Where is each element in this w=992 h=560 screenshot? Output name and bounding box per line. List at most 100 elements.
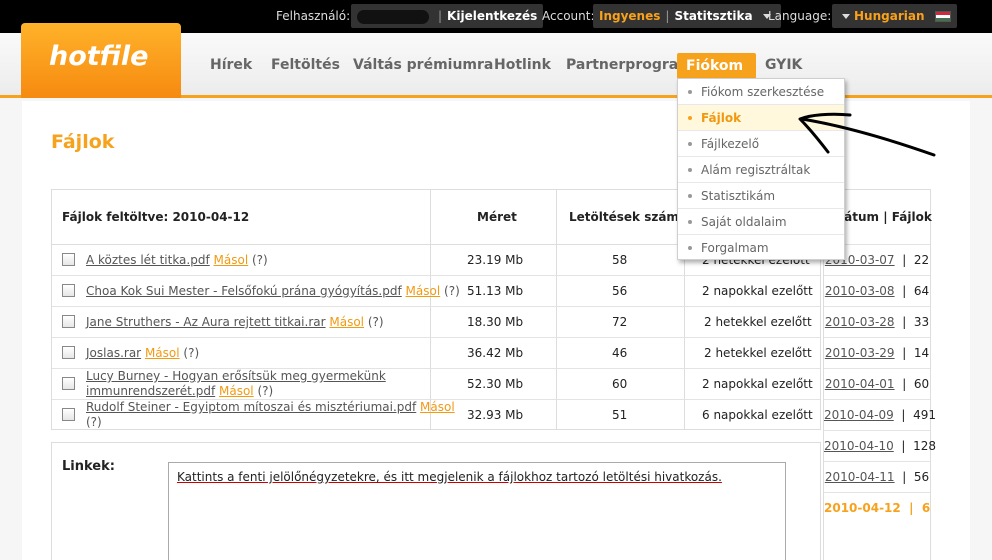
nav-partner[interactable]: Partnerprogram: [566, 57, 693, 73]
download-count: 51: [612, 408, 628, 422]
row-checkbox[interactable]: [62, 253, 75, 266]
help-link[interactable]: (?): [183, 346, 199, 360]
table-row: Jane Struthers - Az Aura rejtett titkai.…: [86, 315, 384, 330]
file-link[interactable]: Choa Kok Sui Mester - Felsőfokú prána gy…: [86, 284, 402, 298]
row-checkbox[interactable]: [62, 346, 75, 359]
annotation-arrow-icon: [798, 112, 936, 157]
file-size: 32.93 Mb: [467, 408, 524, 422]
date-link[interactable]: 2010-03-29: [825, 346, 895, 360]
row-checkbox[interactable]: [62, 377, 75, 390]
download-count: 72: [612, 315, 628, 329]
copy-link[interactable]: Másol: [145, 346, 180, 360]
help-link[interactable]: (?): [368, 315, 384, 329]
account-box[interactable]: Ingyenes | Statitsztika: [593, 4, 781, 28]
date-row: 2010-04-01 | 60: [824, 377, 930, 391]
date-row: 2010-03-28 | 33: [824, 315, 930, 329]
language-select[interactable]: Hungarian: [832, 4, 957, 28]
file-link[interactable]: Rudolf Steiner - Egyiptom mítoszai és mi…: [86, 400, 416, 414]
user-box: | Kijelentkezés: [351, 4, 544, 28]
date-header: Dátum | Fájlok: [834, 210, 932, 224]
help-link[interactable]: (?): [257, 384, 273, 398]
download-count: 56: [612, 284, 628, 298]
page-title: Fájlok: [51, 131, 115, 153]
date-row-current: 2010-04-12 | 6: [824, 501, 931, 515]
copy-link[interactable]: Másol: [219, 384, 254, 398]
row-checkbox[interactable]: [62, 284, 75, 297]
stats-link[interactable]: Statitsztika: [674, 9, 752, 23]
nav-news[interactable]: Hírek: [210, 57, 252, 73]
chevron-down-icon[interactable]: [842, 14, 850, 19]
date-link[interactable]: 2010-04-01: [825, 377, 895, 391]
copy-link[interactable]: Másol: [214, 253, 249, 267]
nav-faq[interactable]: GYIK: [765, 57, 802, 73]
copy-link[interactable]: Másol: [329, 315, 364, 329]
copy-link[interactable]: Másol: [406, 284, 441, 298]
col-header-files: Fájlok feltöltve: 2010-04-12: [62, 210, 250, 224]
help-link[interactable]: (?): [252, 253, 268, 267]
file-link[interactable]: immunrendszerét.pdf: [86, 384, 215, 398]
help-link[interactable]: (?): [444, 284, 460, 298]
date-link[interactable]: 2010-04-10: [824, 439, 894, 453]
file-link[interactable]: A köztes lét titka.pdf: [86, 253, 210, 267]
links-panel: Linkek: Kattints a fenti jelölőnégyzetek…: [51, 442, 821, 560]
redacted-username: [357, 9, 429, 24]
date-count: 6: [921, 501, 931, 515]
menu-edit-account[interactable]: Fiókom szerkesztése: [678, 79, 844, 105]
help-link[interactable]: (?): [86, 415, 102, 429]
date-count: 14: [913, 346, 930, 360]
date-link[interactable]: 2010-03-08: [825, 284, 895, 298]
table-row: Joslas.rar Másol (?): [86, 346, 199, 361]
copy-link[interactable]: Másol: [420, 400, 455, 414]
menu-statistics[interactable]: Statisztikám: [678, 183, 844, 209]
date-row: 2010-03-08 | 64: [824, 284, 930, 298]
date-count: 491: [913, 408, 936, 422]
file-link[interactable]: Jane Struthers - Az Aura rejtett titkai.…: [86, 315, 326, 329]
file-size: 51.13 Mb: [467, 284, 524, 298]
date-count: 64: [913, 284, 930, 298]
table-row: Choa Kok Sui Mester - Felsőfokú prána gy…: [86, 284, 460, 299]
upload-age: 2 hetekkel ezelőtt: [704, 315, 812, 329]
file-size: 18.30 Mb: [467, 315, 524, 329]
date-count: 60: [913, 377, 930, 391]
upload-age: 6 napokkal ezelőtt: [702, 408, 813, 422]
file-link[interactable]: Lucy Burney - Hogyan erősítsük meg gyerm…: [86, 369, 386, 383]
nav-hotlink[interactable]: Hotlink: [494, 57, 551, 73]
logo[interactable]: hotfile: [21, 23, 181, 98]
date-row: 2010-03-29 | 14: [824, 346, 930, 360]
date-link[interactable]: 2010-03-28: [825, 315, 895, 329]
logout-link[interactable]: Kijelentkezés: [447, 9, 537, 23]
nav-premium[interactable]: Váltás prémiumra: [353, 57, 493, 73]
logo-text[interactable]: hotfile: [49, 41, 149, 72]
row-checkbox[interactable]: [62, 315, 75, 328]
nav-upload[interactable]: Feltöltés: [271, 57, 340, 73]
date-count: 33: [913, 315, 930, 329]
col-header-downloads[interactable]: Letöltések száma: [569, 210, 687, 224]
date-row: 2010-04-09 | 491: [824, 408, 936, 422]
account-type[interactable]: Ingyenes: [599, 9, 660, 23]
date-link[interactable]: 2010-04-11: [825, 470, 895, 484]
current-date: 2010-04-12: [824, 501, 901, 515]
menu-my-pages[interactable]: Saját oldalaim: [678, 209, 844, 235]
nav-my-account[interactable]: Fiókom: [677, 53, 756, 95]
file-size: 52.30 Mb: [467, 377, 524, 391]
download-count: 60: [612, 377, 628, 391]
file-link[interactable]: Joslas.rar: [86, 346, 141, 360]
table-row: Lucy Burney - Hogyan erősítsük meg gyerm…: [86, 369, 386, 399]
date-row: 2010-04-10 | 128: [824, 439, 936, 453]
date-link[interactable]: 2010-04-09: [824, 408, 894, 422]
links-textarea[interactable]: Kattints a fenti jelölőnégyzetekre, és i…: [168, 462, 786, 560]
upload-age: 2 napokkal ezelőtt: [702, 284, 813, 298]
language-value[interactable]: Hungarian: [854, 9, 925, 23]
table-row: Rudolf Steiner - Egyiptom mítoszai és mi…: [86, 400, 455, 430]
row-checkbox[interactable]: [62, 408, 75, 421]
nav-my-account-label[interactable]: Fiókom: [686, 58, 743, 74]
user-label: Felhasználó:: [276, 9, 351, 23]
account-label: Account:: [542, 9, 595, 23]
download-count: 58: [612, 253, 628, 267]
file-size: 23.19 Mb: [467, 253, 524, 267]
date-row: 2010-04-11 | 56: [824, 470, 930, 484]
col-header-size[interactable]: Méret: [477, 210, 517, 224]
language-label: Language:: [768, 9, 832, 23]
date-count: 56: [913, 470, 930, 484]
menu-traffic[interactable]: Forgalmam: [678, 235, 844, 261]
